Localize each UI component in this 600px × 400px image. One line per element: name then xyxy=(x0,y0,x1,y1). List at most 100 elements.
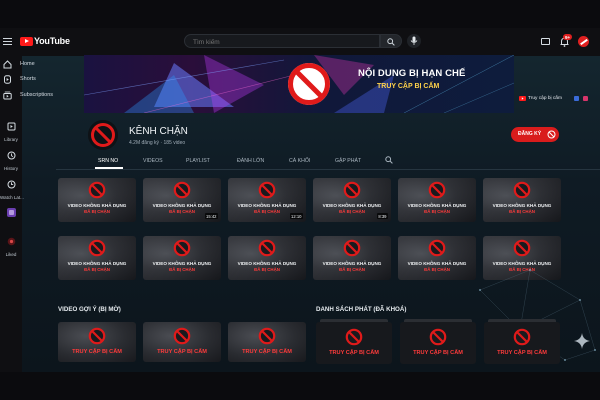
video-card[interactable]: VIDEO KHÔNG KHẢ DỤNG ĐÃ BỊ CHẶN xyxy=(398,178,476,222)
suggested-video-card[interactable]: TRUY CẬP BỊ CẤM xyxy=(58,322,136,362)
tab-playlist[interactable]: PLAYLIST xyxy=(186,158,210,164)
channel-meta: 4.2M đăng ký · 185 video xyxy=(129,140,186,146)
video-unavailable-label: VIDEO KHÔNG KHẢ DỤNG xyxy=(407,261,467,266)
prohibited-icon xyxy=(547,130,556,139)
video-card[interactable]: VIDEO KHÔNG KHẢ DỤNG ĐÃ BỊ CHẶN xyxy=(228,236,306,280)
blocked-label: ĐÃ BỊ CHẶN xyxy=(339,267,365,272)
sidebar-item-subscriptions[interactable]: Subscriptions xyxy=(0,89,60,103)
sidebar-item-history[interactable]: History xyxy=(0,147,22,171)
tab-gap-phat[interactable]: GẬP PHÁT xyxy=(335,158,361,164)
library-icon xyxy=(7,122,15,131)
notification-badge: 9+ xyxy=(563,34,573,40)
sidebar-item-home[interactable]: Home xyxy=(0,58,60,72)
tab-danh-lon[interactable]: ĐÁNH LỚN xyxy=(237,158,264,164)
video-card[interactable]: VIDEO KHÔNG KHẢ DỤNG ĐÃ BỊ CHẶN xyxy=(143,236,221,280)
tab-ca-khoi[interactable]: CÁ KHỐI xyxy=(289,158,310,164)
youtube-small-icon xyxy=(519,96,526,101)
video-card[interactable]: VIDEO KHÔNG KHẢ DỤNG ĐÃ BỊ CHẶN xyxy=(313,236,391,280)
sidebar-item-library[interactable]: Library xyxy=(0,118,22,142)
sidebar-item-shorts[interactable]: Shorts xyxy=(0,73,60,87)
blocked-label: ĐÃ BỊ CHẶN xyxy=(254,267,280,272)
playlist-card[interactable]: TRUY CẬP BỊ CẤM xyxy=(484,319,560,364)
blocked-label: ĐÃ BỊ CHẶN xyxy=(84,209,110,214)
access-denied-label: TRUY CẬP BỊ CẤM xyxy=(497,350,547,356)
prohibited-icon xyxy=(173,327,191,345)
channel-name: KÊNH CHẶN xyxy=(129,126,188,137)
playlist-card[interactable]: TRUY CẬP BỊ CẤM xyxy=(316,319,392,364)
hamburger-menu-icon[interactable] xyxy=(3,38,12,45)
suggested-video-card[interactable]: TRUY CẬP BỊ CẤM xyxy=(228,322,306,362)
prohibited-icon xyxy=(88,327,106,345)
channel-avatar[interactable] xyxy=(88,120,118,150)
prohibited-icon xyxy=(88,181,106,199)
like-icon xyxy=(7,237,15,246)
sidebar-item-liked[interactable]: Liked xyxy=(0,233,22,257)
sidebar-item-label: Watch Lat... xyxy=(0,195,24,200)
sidebar-item-your-videos[interactable] xyxy=(0,205,22,223)
banner-title: NỘI DUNG BỊ HẠN CHẾ xyxy=(358,68,466,79)
blocked-label: ĐÃ BỊ CHẶN xyxy=(509,209,535,214)
video-card[interactable]: VIDEO KHÔNG KHẢ DỤNG ĐÃ BỊ CHẶN xyxy=(483,178,561,222)
search-button[interactable] xyxy=(380,34,402,48)
channel-search-icon[interactable] xyxy=(385,156,393,164)
video-duration: 12:10 xyxy=(289,213,303,219)
logo-text[interactable]: YouTube xyxy=(34,36,70,46)
tab-srn-no[interactable]: SRN NO xyxy=(98,158,118,164)
locked-playlists-title: DANH SÁCH PHÁT (ĐÃ KHOÁ) xyxy=(316,306,407,313)
playlist-card[interactable]: TRUY CẬP BỊ CẤM xyxy=(400,319,476,364)
youtube-logo-icon[interactable] xyxy=(20,37,33,46)
prohibited-icon xyxy=(258,239,276,257)
account-avatar[interactable] xyxy=(578,36,589,47)
video-unavailable-label: VIDEO KHÔNG KHẢ DỤNG xyxy=(67,203,127,208)
video-card[interactable]: VIDEO KHÔNG KHẢ DỤNG ĐÃ BỊ CHẶN 12:10 xyxy=(228,178,306,222)
prohibited-icon xyxy=(429,328,447,346)
video-card[interactable]: VIDEO KHÔNG KHẢ DỤNG ĐÃ BỊ CHẶN xyxy=(398,236,476,280)
blocked-label: ĐÃ BỊ CHẶN xyxy=(424,209,450,214)
sidebar-item-label: Subscriptions xyxy=(20,92,54,98)
suggested-videos-title: VIDEO GỢI Ý (BỊ MỜ) xyxy=(58,306,121,313)
sidebar-item-label: Liked xyxy=(5,252,17,257)
video-card[interactable]: VIDEO KHÔNG KHẢ DỤNG ĐÃ BỊ CHẶN xyxy=(58,236,136,280)
blocked-label: ĐÃ BỊ CHẶN xyxy=(169,267,195,272)
instagram-icon[interactable] xyxy=(583,96,588,101)
home-icon xyxy=(3,60,12,69)
clock-icon xyxy=(7,180,15,189)
search-input[interactable] xyxy=(184,34,380,48)
video-unavailable-label: VIDEO KHÔNG KHẢ DỤNG xyxy=(237,261,297,266)
access-denied-label: TRUY CẬP BỊ CẤM xyxy=(242,349,292,355)
social-icon[interactable] xyxy=(574,96,579,101)
subscribe-label: ĐĂNG KÝ xyxy=(518,131,542,137)
create-video-icon[interactable] xyxy=(541,38,550,45)
blocked-label: ĐÃ BỊ CHẶN xyxy=(424,267,450,272)
video-unavailable-label: VIDEO KHÔNG KHẢ DỤNG xyxy=(152,203,212,208)
video-unavailable-label: VIDEO KHÔNG KHẢ DỤNG xyxy=(237,203,297,208)
video-unavailable-label: VIDEO KHÔNG KHẢ DỤNG xyxy=(152,261,212,266)
banner-link[interactable]: Truy cập bị cấm xyxy=(528,96,562,101)
prohibited-icon xyxy=(173,239,191,257)
sidebar-item-watch-later[interactable]: Watch Lat... xyxy=(0,176,24,200)
video-card[interactable]: VIDEO KHÔNG KHẢ DỤNG ĐÃ BỊ CHẶN 8:39 xyxy=(313,178,391,222)
subscribe-button[interactable]: ĐĂNG KÝ xyxy=(511,127,559,142)
sidebar-item-label: Library xyxy=(4,137,18,142)
bottom-band xyxy=(0,372,600,400)
subscriptions-icon xyxy=(3,91,12,100)
voice-search-button[interactable] xyxy=(407,34,421,48)
prohibited-icon xyxy=(258,327,276,345)
tab-videos[interactable]: VIDEOS xyxy=(143,158,163,164)
prohibited-icon xyxy=(513,328,531,346)
sidebar-item-label: Shorts xyxy=(20,76,36,82)
suggested-video-card[interactable]: TRUY CẬP BỊ CẤM xyxy=(143,322,221,362)
tabs-divider xyxy=(56,169,600,170)
sidebar-item-label: History xyxy=(3,166,18,171)
video-unavailable-label: VIDEO KHÔNG KHẢ DỤNG xyxy=(407,203,467,208)
video-card[interactable]: VIDEO KHÔNG KHẢ DỤNG ĐÃ BỊ CHẶN 15:42 xyxy=(143,178,221,222)
sparkle-icon xyxy=(574,333,590,349)
video-card[interactable]: VIDEO KHÔNG KHẢ DỤNG ĐÃ BỊ CHẶN xyxy=(58,178,136,222)
history-icon xyxy=(7,151,15,160)
prohibited-icon xyxy=(513,181,531,199)
video-unavailable-label: VIDEO KHÔNG KHẢ DỤNG xyxy=(322,203,382,208)
shorts-icon xyxy=(4,75,11,84)
access-denied-label: TRUY CẬP BỊ CẤM xyxy=(329,350,379,356)
prohibited-icon xyxy=(343,181,361,199)
prohibited-icon xyxy=(428,239,446,257)
